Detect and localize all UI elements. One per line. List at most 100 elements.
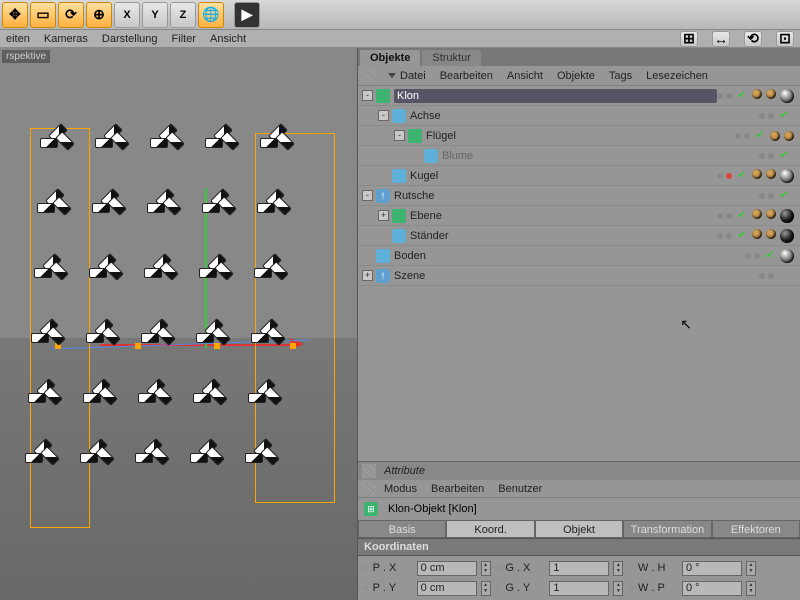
axis-z-button[interactable]: Z	[170, 2, 196, 28]
check-icon[interactable]: ✔	[780, 150, 788, 161]
menu-item[interactable]: Objekte	[557, 70, 595, 82]
menu-item[interactable]: eiten	[6, 33, 30, 45]
check-icon[interactable]: ✔	[738, 90, 746, 101]
coord-input[interactable]	[682, 561, 742, 576]
visibility-dot[interactable]	[754, 253, 760, 259]
tree-row[interactable]: - Klon ✔	[358, 86, 800, 106]
object-name[interactable]: Flügel	[426, 130, 735, 142]
expand-toggle[interactable]: -	[362, 90, 373, 101]
expand-toggle[interactable]: +	[378, 210, 389, 221]
menu-item[interactable]: Filter	[172, 33, 196, 45]
tag-icon[interactable]	[780, 229, 794, 243]
object-tree[interactable]: -Klon✔-Achse✔-Flügel✔Blume✔Kugel✔-!Rutsc…	[358, 86, 800, 461]
menu-item[interactable]: Kameras	[44, 33, 88, 45]
visibility-dot[interactable]	[735, 133, 741, 139]
atab-basis[interactable]: Basis	[358, 520, 446, 538]
tag-icon[interactable]	[752, 229, 762, 239]
visibility-dot[interactable]	[717, 173, 723, 179]
viewport-nav-icon[interactable]: ⊞	[680, 31, 698, 47]
visibility-dot[interactable]	[768, 273, 774, 279]
menu-item[interactable]: Ansicht	[507, 70, 543, 82]
atab-objekt[interactable]: Objekt	[535, 520, 623, 538]
spinner-icon[interactable]: ▲▼	[613, 561, 623, 576]
object-name[interactable]: Klon	[394, 89, 717, 103]
menu-item[interactable]: Benutzer	[498, 483, 542, 495]
coord-input[interactable]	[417, 561, 477, 576]
panel-grip-icon[interactable]	[362, 482, 376, 496]
visibility-dot[interactable]	[744, 133, 750, 139]
render-button[interactable]: ▶	[234, 2, 260, 28]
check-icon[interactable]: ✔	[738, 170, 746, 181]
tree-row[interactable]: -Flügel✔	[358, 126, 800, 146]
visibility-dot[interactable]	[717, 93, 723, 99]
object-name[interactable]: Kugel	[410, 170, 717, 182]
visibility-dot[interactable]	[759, 153, 765, 159]
tree-row[interactable]: Boden ✔	[358, 246, 800, 266]
tree-row[interactable]: +Ebene✔	[358, 206, 800, 226]
tree-row[interactable]: -!Rutsche✔	[358, 186, 800, 206]
tree-row[interactable]: Blume ✔	[358, 146, 800, 166]
3d-viewport[interactable]: rspektive	[0, 48, 358, 600]
world-axis-button[interactable]: 🌐	[198, 2, 224, 28]
viewport-nav-icon[interactable]: ⊡	[776, 31, 794, 47]
check-icon[interactable]: ✔	[780, 190, 788, 201]
visibility-dot[interactable]	[726, 233, 732, 239]
rotate-tool-button[interactable]: ⟳	[58, 2, 84, 28]
scale-tool-button[interactable]: ⊕	[86, 2, 112, 28]
spinner-icon[interactable]: ▲▼	[481, 561, 491, 576]
menu-item[interactable]: Bearbeiten	[440, 70, 493, 82]
tag-icon[interactable]	[752, 169, 762, 179]
spinner-icon[interactable]: ▲▼	[481, 581, 491, 596]
coord-input[interactable]	[549, 581, 609, 596]
check-icon[interactable]: ✔	[766, 250, 774, 261]
atab-transformation[interactable]: Transformation	[623, 520, 711, 538]
spinner-icon[interactable]: ▲▼	[613, 581, 623, 596]
tag-icon[interactable]	[784, 131, 794, 141]
visibility-dot[interactable]	[717, 213, 723, 219]
move-tool-button[interactable]: ✥	[2, 2, 28, 28]
tag-icon[interactable]	[780, 169, 794, 183]
object-name[interactable]: Blume	[442, 150, 759, 162]
coord-input[interactable]	[417, 581, 477, 596]
viewport-nav-icon[interactable]: ⟲	[744, 31, 762, 47]
menu-item[interactable]: Bearbeiten	[431, 483, 484, 495]
menu-item[interactable]: Lesezeichen	[646, 70, 708, 82]
tree-row[interactable]: Ständer✔	[358, 226, 800, 246]
visibility-dot[interactable]	[768, 193, 774, 199]
menu-item[interactable]: Datei	[400, 70, 426, 82]
object-name[interactable]: Rutsche	[394, 190, 759, 202]
tab-objekte[interactable]: Objekte	[360, 50, 420, 66]
visibility-dot[interactable]	[745, 253, 751, 259]
spinner-icon[interactable]: ▲▼	[746, 561, 756, 576]
expand-toggle[interactable]: -	[394, 130, 405, 141]
object-name[interactable]: Boden	[394, 250, 745, 262]
tree-row[interactable]: +!Szene	[358, 266, 800, 286]
tag-icon[interactable]	[780, 89, 794, 103]
atab-effektoren[interactable]: Effektoren	[712, 520, 800, 538]
expand-toggle[interactable]: +	[362, 270, 373, 281]
menu-item[interactable]: Tags	[609, 70, 632, 82]
menu-item[interactable]: Ansicht	[210, 33, 246, 45]
object-name[interactable]: Ständer	[410, 230, 717, 242]
check-icon[interactable]: ✔	[780, 110, 788, 121]
object-name[interactable]: Achse	[410, 110, 759, 122]
tag-icon[interactable]	[752, 89, 762, 99]
visibility-dot[interactable]	[759, 113, 765, 119]
axis-y-button[interactable]: Y	[142, 2, 168, 28]
tab-struktur[interactable]: Struktur	[422, 50, 481, 66]
visibility-dot[interactable]	[759, 193, 765, 199]
tag-icon[interactable]	[766, 209, 776, 219]
visibility-dot[interactable]	[768, 113, 774, 119]
visibility-dot[interactable]	[768, 153, 774, 159]
menu-item[interactable]: Darstellung	[102, 33, 158, 45]
tag-icon[interactable]	[752, 209, 762, 219]
visibility-dot[interactable]	[726, 173, 732, 179]
object-name[interactable]: Szene	[394, 270, 759, 282]
tag-icon[interactable]	[780, 209, 794, 223]
check-icon[interactable]: ✔	[738, 210, 746, 221]
expand-toggle[interactable]: -	[362, 190, 373, 201]
tag-icon[interactable]	[780, 249, 794, 263]
visibility-dot[interactable]	[726, 93, 732, 99]
coord-input[interactable]	[682, 581, 742, 596]
dropdown-icon[interactable]	[388, 73, 396, 78]
